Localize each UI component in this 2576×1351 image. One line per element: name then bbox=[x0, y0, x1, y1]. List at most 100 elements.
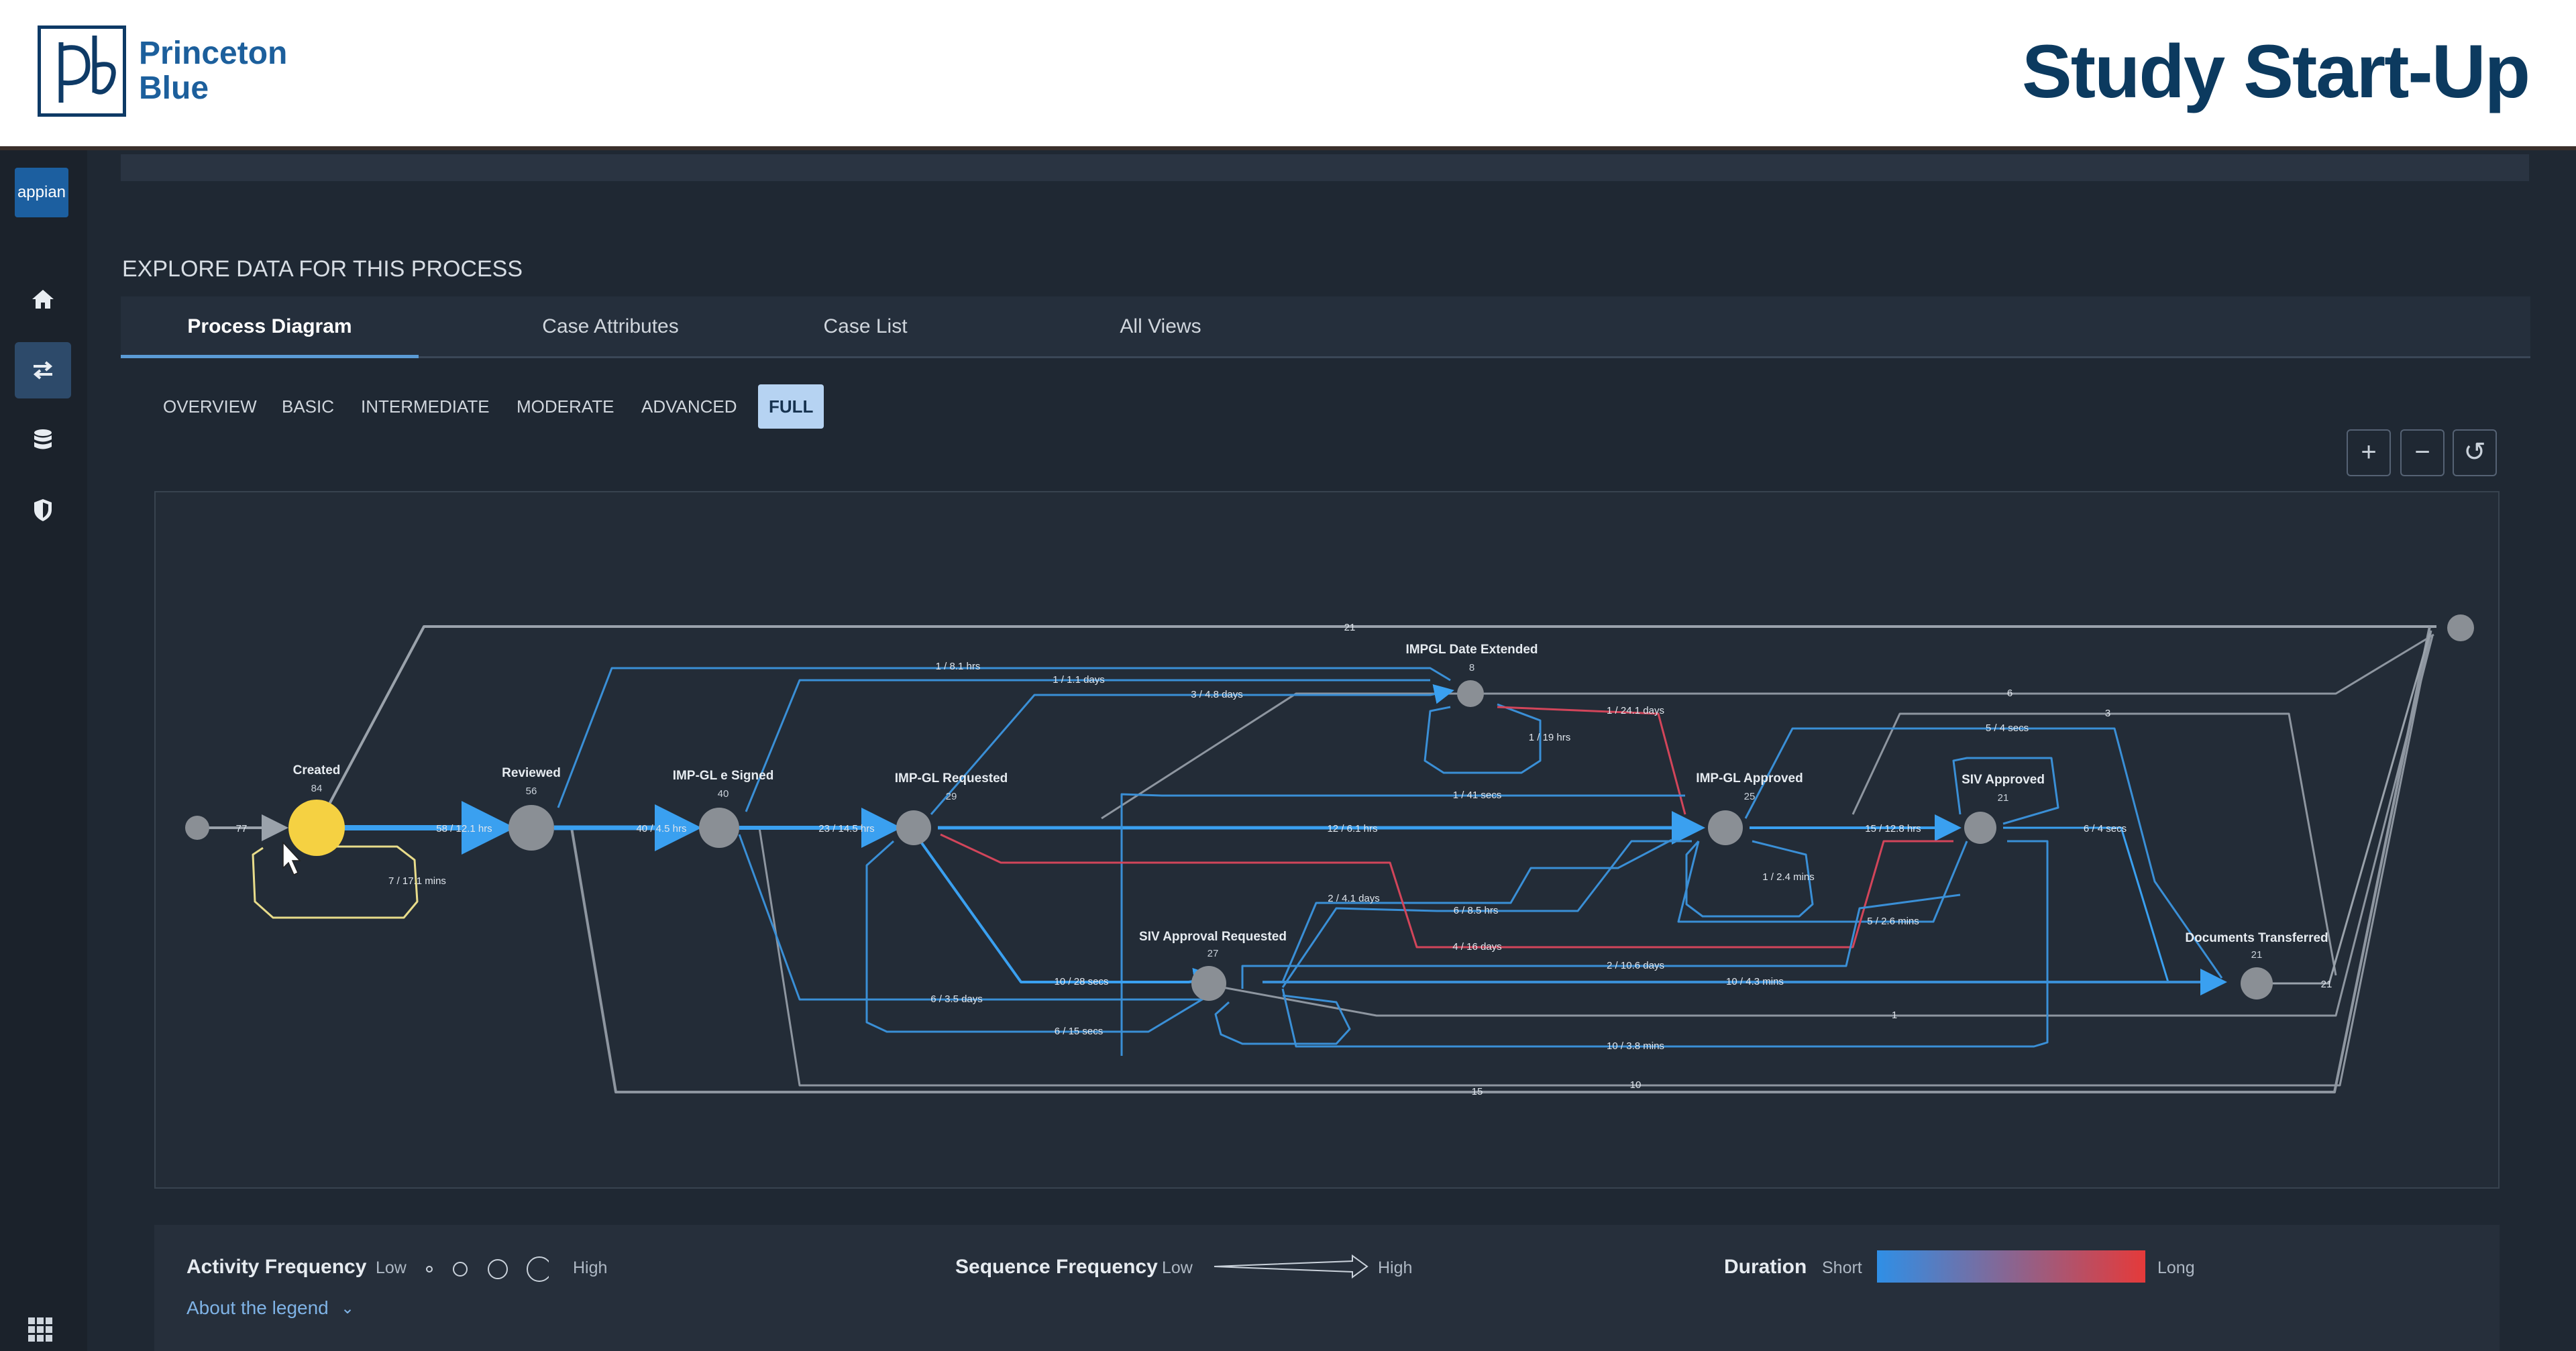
edge-label: 1 / 8.1 hrs bbox=[936, 661, 981, 672]
chevron-down-icon[interactable]: ⌄ bbox=[341, 1299, 354, 1318]
level-basic[interactable]: BASIC bbox=[282, 393, 334, 420]
node-label-siv-requested: SIV Approval Requested bbox=[1139, 930, 1287, 944]
edge-r54 bbox=[1744, 727, 2223, 979]
about-legend-link[interactable]: About the legend bbox=[186, 1297, 329, 1319]
end-node[interactable] bbox=[2447, 614, 2474, 641]
database-icon[interactable] bbox=[15, 412, 71, 468]
edge-label: 3 bbox=[2105, 708, 2110, 719]
node-count-requested: 29 bbox=[946, 791, 957, 802]
node-count-reviewed: 56 bbox=[526, 786, 537, 797]
diagram-nodes bbox=[185, 614, 2474, 1001]
node-label-created: Created bbox=[293, 763, 341, 777]
level-full[interactable]: FULL bbox=[758, 384, 824, 429]
edge-label: 3 / 4.8 days bbox=[1191, 689, 1243, 700]
node-label-siv-approved: SIV Approved bbox=[1962, 773, 2045, 787]
node-requested[interactable] bbox=[896, 810, 931, 845]
process-icon[interactable] bbox=[15, 342, 71, 398]
node-extended[interactable] bbox=[1457, 680, 1484, 707]
sidebar bbox=[0, 150, 87, 1351]
edge-sivapp-self bbox=[1952, 757, 2059, 825]
edge-label: 1 bbox=[1892, 1010, 1897, 1021]
edge-r10 bbox=[758, 630, 2432, 1087]
edge-label: 15 / 12.8 hrs bbox=[1865, 823, 1921, 834]
node-docs[interactable] bbox=[2241, 967, 2273, 999]
edge-label: 10 bbox=[1630, 1079, 1642, 1091]
node-reviewed[interactable] bbox=[508, 805, 554, 851]
edge-label: 77 bbox=[236, 823, 248, 834]
process-diagram-canvas[interactable]: Created Reviewed IMP-GL e Signed IMP-GL … bbox=[154, 491, 2500, 1189]
legend-duration-title: Duration bbox=[1724, 1256, 1807, 1278]
edge-label: 58 / 12.1 hrs bbox=[436, 823, 492, 834]
node-count-extended: 8 bbox=[1469, 662, 1474, 673]
edge-ext-approved bbox=[1497, 706, 1686, 815]
node-esigned[interactable] bbox=[699, 808, 739, 848]
node-label-esigned: IMP-GL e Signed bbox=[673, 769, 774, 783]
appian-logo[interactable]: appian bbox=[15, 168, 68, 217]
legend-activity-high: High bbox=[573, 1258, 608, 1277]
edge-label: 12 / 6.1 hrs bbox=[1327, 823, 1377, 834]
level-moderate[interactable]: MODERATE bbox=[517, 393, 614, 420]
node-count-docs: 21 bbox=[2251, 949, 2263, 961]
edge-label: 2 / 10.6 days bbox=[1607, 960, 1664, 971]
legend-sequence-low: Low bbox=[1162, 1258, 1193, 1277]
edge-label: 10 / 28 secs bbox=[1055, 976, 1109, 987]
legend-activity-low: Low bbox=[376, 1258, 407, 1277]
zoom-in-button[interactable]: + bbox=[2347, 429, 2391, 476]
tab-process-diagram[interactable]: Process Diagram bbox=[121, 296, 419, 358]
edge-r526 bbox=[1677, 841, 1968, 923]
reset-view-button[interactable]: ↺ bbox=[2453, 429, 2497, 476]
edge-ext-self bbox=[1424, 703, 1542, 774]
edge-label: 5 / 4 secs bbox=[1986, 722, 2029, 734]
edge-label: 1 / 24.1 days bbox=[1607, 705, 1664, 716]
edge-to-ext-1 bbox=[557, 667, 1451, 808]
activity-circles-icon bbox=[426, 1256, 549, 1282]
node-count-created: 84 bbox=[311, 783, 323, 794]
node-count-siv-requested: 27 bbox=[1208, 948, 1219, 959]
section-title: EXPLORE DATA FOR THIS PROCESS bbox=[122, 256, 523, 282]
legend-duration-short: Short bbox=[1822, 1258, 1862, 1277]
app-grid-icon[interactable] bbox=[27, 1316, 54, 1343]
header-divider bbox=[0, 146, 2576, 150]
edge-label: 21 bbox=[2321, 979, 2332, 990]
princeton-blue-logo bbox=[38, 25, 126, 117]
node-count-approved: 25 bbox=[1744, 791, 1756, 802]
edge-label: 7 / 17.1 mins bbox=[388, 875, 446, 887]
process-diagram: Created Reviewed IMP-GL e Signed IMP-GL … bbox=[185, 614, 2474, 1097]
legend-sequence-title: Sequence Frequency bbox=[955, 1256, 1158, 1278]
node-label-reviewed: Reviewed bbox=[502, 766, 561, 780]
edge-label: 6 / 3.5 days bbox=[930, 993, 983, 1005]
level-advanced[interactable]: ADVANCED bbox=[641, 393, 737, 420]
tab-case-list[interactable]: Case List bbox=[765, 296, 966, 358]
edge-siv-self bbox=[1214, 994, 1351, 1045]
legend-duration-long: Long bbox=[2157, 1258, 2195, 1277]
edge-sivapp-docs bbox=[2003, 826, 2226, 992]
home-icon[interactable] bbox=[15, 271, 71, 327]
edge-label: 4 / 16 days bbox=[1452, 941, 1501, 953]
node-created[interactable] bbox=[288, 800, 345, 856]
edge-label: 10 / 4.3 mins bbox=[1726, 976, 1784, 987]
edge-label: 1 / 41 secs bbox=[1453, 790, 1502, 801]
edge-r416 bbox=[940, 833, 1953, 949]
node-count-esigned: 40 bbox=[718, 788, 729, 800]
page-title: Study Start-Up bbox=[2022, 30, 2530, 113]
node-siv-requested[interactable] bbox=[1191, 966, 1226, 1001]
logo-wordmark: Princeton Blue bbox=[139, 36, 287, 106]
top-banner: Princeton Blue Study Start-Up bbox=[0, 0, 2576, 146]
edge-label: 23 / 14.5 hrs bbox=[818, 823, 874, 834]
logo-line1: Princeton bbox=[139, 36, 288, 71]
node-label-extended: IMPGL Date Extended bbox=[1405, 643, 1538, 657]
edge-label: 6 bbox=[2007, 688, 2012, 699]
start-node[interactable] bbox=[185, 816, 209, 840]
edge-label: 6 / 4 secs bbox=[2084, 823, 2127, 834]
edge-label: 1 / 1.1 days bbox=[1053, 674, 1105, 686]
edge-label: 15 bbox=[1472, 1086, 1483, 1097]
zoom-out-button[interactable]: − bbox=[2400, 429, 2445, 476]
shield-icon[interactable] bbox=[15, 482, 71, 538]
level-intermediate[interactable]: INTERMEDIATE bbox=[361, 393, 490, 420]
node-approved[interactable] bbox=[1708, 810, 1743, 845]
tab-case-attributes[interactable]: Case Attributes bbox=[483, 296, 738, 358]
edge-label: 1 / 19 hrs bbox=[1529, 732, 1571, 743]
node-siv-approved[interactable] bbox=[1964, 812, 1996, 844]
tab-all-views[interactable]: All Views bbox=[1060, 296, 1261, 358]
level-overview[interactable]: OVERVIEW bbox=[163, 393, 257, 420]
